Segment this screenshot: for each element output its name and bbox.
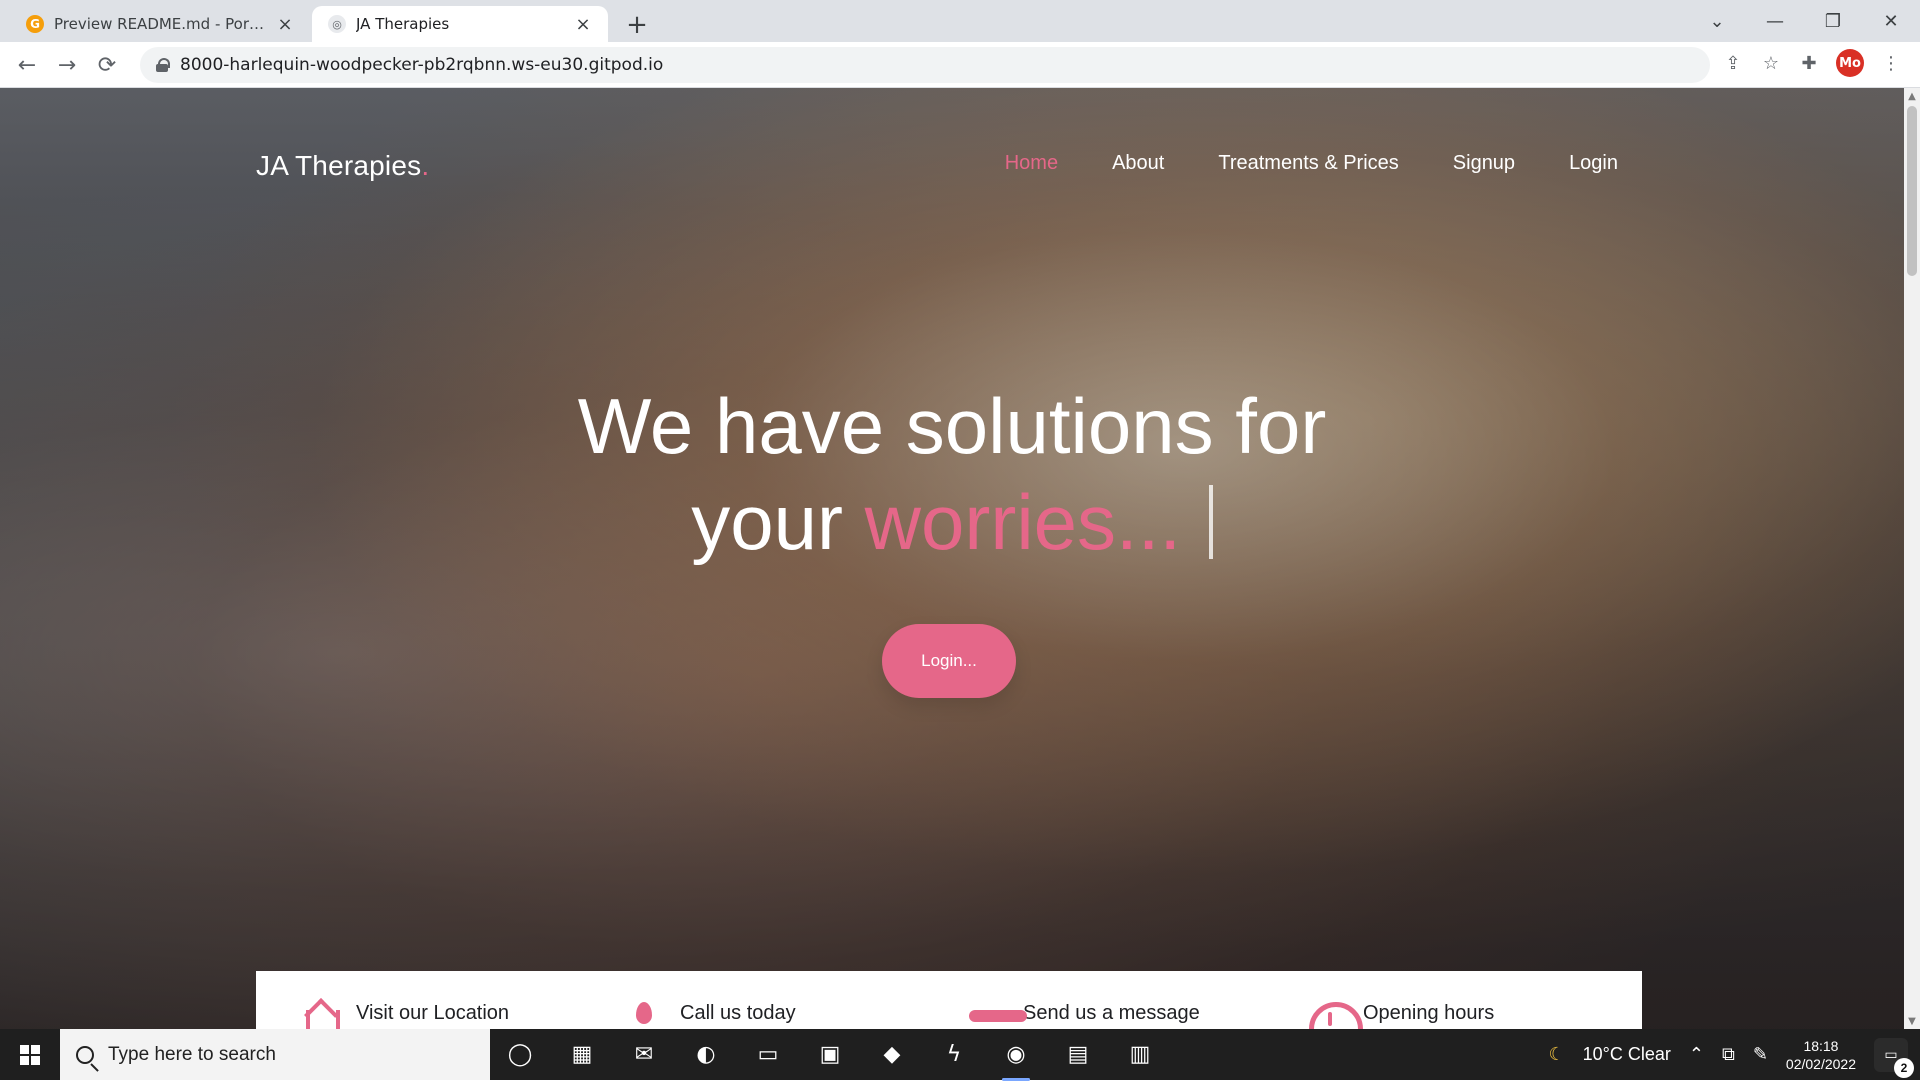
brand-name: JA Therapies	[256, 150, 421, 181]
info-hours[interactable]: Opening hours	[1309, 1002, 1494, 1029]
nav-treatments-prices[interactable]: Treatments & Prices	[1218, 152, 1398, 175]
scroll-thumb[interactable]	[1907, 106, 1917, 276]
edge-icon[interactable]: ◐	[686, 1035, 726, 1075]
nav-about[interactable]: About	[1112, 152, 1164, 175]
nav-login[interactable]: Login	[1569, 152, 1618, 175]
phone-icon	[626, 1002, 662, 1029]
browser-tabstrip: G Preview README.md - Portfolio- × ◎ JA …	[0, 0, 1920, 42]
hero-line-2-prefix: your	[691, 478, 843, 566]
pen-icon[interactable]: ✎	[1753, 1044, 1768, 1065]
hero-line-2-accent: worries...	[865, 478, 1181, 566]
share-icon[interactable]: ⇪	[1722, 52, 1744, 74]
close-icon[interactable]: ×	[274, 13, 296, 35]
info-card: Visit our Location Call us today Send us…	[256, 971, 1642, 1029]
info-phone-label: Call us today	[680, 1002, 796, 1025]
page-scrollbar[interactable]: ▲ ▼	[1904, 88, 1920, 1029]
minimize-icon[interactable]: —	[1746, 0, 1804, 42]
tray-chevron-icon[interactable]: ⌃	[1689, 1044, 1704, 1065]
tab-title: JA Therapies	[356, 15, 562, 33]
start-button[interactable]	[0, 1029, 60, 1080]
profile-avatar[interactable]: Mo	[1836, 49, 1864, 77]
browser-toolbar: ← → ⟳ 8000-harlequin-woodpecker-pb2rqbnn…	[0, 42, 1920, 88]
taskbar-search[interactable]: Type here to search	[60, 1029, 490, 1080]
system-tray: ☾ 10°C Clear ⌃ ⧉ ✎ 18:18 02/02/2022 ▭ 2	[1549, 1029, 1920, 1080]
windows-taskbar: Type here to search ◯ ▦ ✉ ◐ ▭ ▣ ◆ ϟ ◉ ▤ …	[0, 1029, 1920, 1080]
taskbar-search-placeholder: Type here to search	[108, 1044, 276, 1066]
close-window-icon[interactable]: ✕	[1862, 0, 1920, 42]
globe-icon: ◎	[328, 15, 346, 33]
address-bar[interactable]: 8000-harlequin-woodpecker-pb2rqbnn.ws-eu…	[140, 47, 1710, 83]
menu-kebab-icon[interactable]: ⋮	[1880, 52, 1902, 74]
close-icon[interactable]: ×	[572, 13, 594, 35]
extensions-icon[interactable]: ✚	[1798, 52, 1820, 74]
file-explorer-icon[interactable]: ▭	[748, 1035, 788, 1075]
scroll-up-icon[interactable]: ▲	[1904, 88, 1920, 104]
notification-center-icon[interactable]: ▭ 2	[1874, 1038, 1908, 1072]
task-view-icon[interactable]: ▦	[562, 1035, 602, 1075]
cortana-icon[interactable]: ◯	[500, 1035, 540, 1075]
store-icon[interactable]: ▣	[810, 1035, 850, 1075]
new-tab-button[interactable]: +	[620, 8, 654, 42]
lock-icon	[156, 58, 168, 72]
page-viewport: JA Therapies. Home About Treatments & Pr…	[0, 88, 1904, 1029]
reload-icon[interactable]: ⟳	[90, 48, 124, 82]
forward-icon[interactable]: →	[50, 48, 84, 82]
bolt-app-icon[interactable]: ϟ	[934, 1035, 974, 1075]
site-brand[interactable]: JA Therapies.	[256, 150, 429, 182]
windows-logo-icon	[20, 1045, 40, 1065]
address-url: 8000-harlequin-woodpecker-pb2rqbnn.ws-eu…	[180, 55, 663, 75]
hero-line-1: We have solutions for	[0, 378, 1904, 474]
back-icon[interactable]: ←	[10, 48, 44, 82]
notification-count: 2	[1894, 1058, 1914, 1078]
info-location[interactable]: Visit our Location	[302, 1002, 509, 1029]
search-icon	[76, 1046, 94, 1064]
info-message-label: Send us a message	[1023, 1002, 1200, 1025]
home-icon	[302, 1002, 338, 1029]
clock-icon	[1309, 1002, 1345, 1029]
sheets-icon[interactable]: ▥	[1120, 1035, 1160, 1075]
nav-home[interactable]: Home	[1005, 152, 1058, 175]
mail-app-icon[interactable]: ✉	[624, 1035, 664, 1075]
info-location-label: Visit our Location	[356, 1002, 509, 1025]
scroll-down-icon[interactable]: ▼	[1904, 1013, 1920, 1029]
date: 02/02/2022	[1786, 1055, 1856, 1073]
brand-dot: .	[421, 150, 429, 181]
nav-signup[interactable]: Signup	[1453, 152, 1515, 175]
info-message[interactable]: Send us a message	[969, 1002, 1200, 1029]
gitpod-icon: G	[26, 15, 44, 33]
taskbar-apps: ◯ ▦ ✉ ◐ ▭ ▣ ◆ ϟ ◉ ▤ ▥	[500, 1029, 1160, 1080]
mail-icon	[969, 1002, 1005, 1029]
info-hours-label: Opening hours	[1363, 1002, 1494, 1025]
dropbox-icon[interactable]: ◆	[872, 1035, 912, 1075]
hero-headline: We have solutions for your worries...	[0, 378, 1904, 570]
browser-tab-active[interactable]: ◎ JA Therapies ×	[312, 6, 608, 42]
restore-icon[interactable]: ❐	[1804, 0, 1862, 42]
browser-tab[interactable]: G Preview README.md - Portfolio- ×	[10, 6, 310, 42]
photos-icon[interactable]: ▤	[1058, 1035, 1098, 1075]
time: 18:18	[1803, 1037, 1838, 1055]
info-phone[interactable]: Call us today	[626, 1002, 796, 1029]
hero-login-button[interactable]: Login...	[882, 624, 1016, 698]
typing-caret	[1209, 485, 1213, 559]
chrome-icon[interactable]: ◉	[996, 1035, 1036, 1075]
weather-text[interactable]: 10°C Clear	[1583, 1044, 1671, 1065]
hero-line-2: your worries...	[0, 474, 1904, 570]
tab-search-icon[interactable]: ⌄	[1688, 0, 1746, 42]
weather-moon-icon: ☾	[1549, 1044, 1565, 1065]
taskbar-clock[interactable]: 18:18 02/02/2022	[1786, 1037, 1856, 1073]
device-icon[interactable]: ⧉	[1722, 1044, 1735, 1065]
bookmark-star-icon[interactable]: ☆	[1760, 52, 1782, 74]
tab-title: Preview README.md - Portfolio-	[54, 15, 264, 33]
site-nav: Home About Treatments & Prices Signup Lo…	[1005, 152, 1618, 175]
toolbar-actions: ⇪ ☆ ✚ Mo ⋮	[1722, 49, 1902, 77]
